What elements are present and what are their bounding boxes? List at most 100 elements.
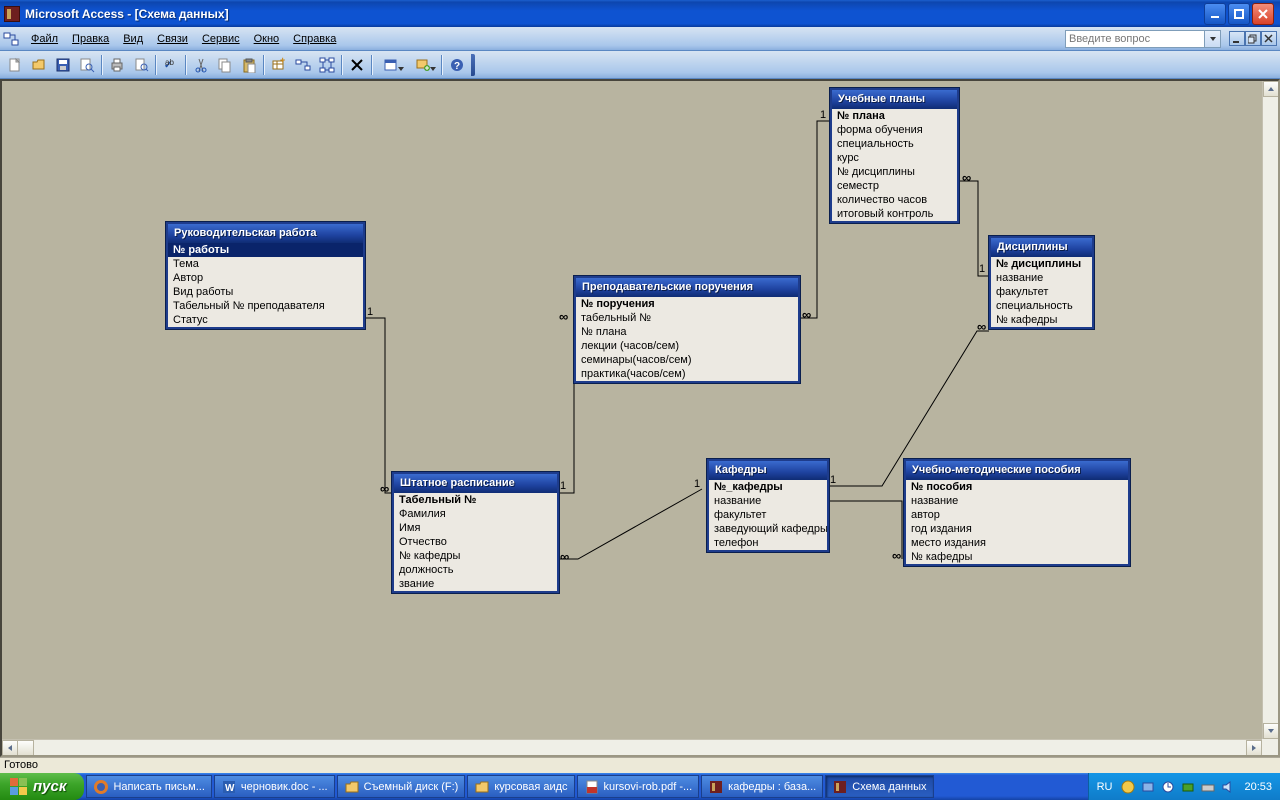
- field[interactable]: факультет: [709, 508, 827, 522]
- field[interactable]: табельный №: [576, 311, 798, 325]
- volume-icon[interactable]: [1220, 779, 1236, 795]
- print-button[interactable]: [106, 54, 128, 76]
- field[interactable]: Отчество: [394, 535, 557, 549]
- vertical-scrollbar[interactable]: [1262, 81, 1278, 739]
- save-button[interactable]: [52, 54, 74, 76]
- table-title[interactable]: Штатное расписание: [394, 474, 557, 493]
- horizontal-scrollbar[interactable]: [2, 739, 1262, 755]
- field[interactable]: количество часов: [832, 193, 957, 207]
- new-object-button[interactable]: [408, 54, 438, 76]
- field[interactable]: № кафедры: [991, 313, 1092, 327]
- taskbar-item[interactable]: kursovi-rob.pdf -...: [577, 775, 700, 798]
- field[interactable]: Табельный № преподавателя: [168, 299, 363, 313]
- copy-button[interactable]: [214, 54, 236, 76]
- table-shtat[interactable]: Штатное расписание Табельный № Фамилия И…: [392, 472, 559, 593]
- help-search-input[interactable]: [1065, 30, 1205, 48]
- field[interactable]: должность: [394, 563, 557, 577]
- taskbar-item[interactable]: кафедры : база...: [701, 775, 823, 798]
- field[interactable]: год издания: [906, 522, 1128, 536]
- doc-close-button[interactable]: [1261, 31, 1277, 46]
- tray-icon[interactable]: [1140, 779, 1156, 795]
- language-indicator[interactable]: RU: [1097, 781, 1113, 793]
- field[interactable]: Имя: [394, 521, 557, 535]
- paste-button[interactable]: [238, 54, 260, 76]
- field[interactable]: факультет: [991, 285, 1092, 299]
- field[interactable]: название: [906, 494, 1128, 508]
- table-kafedry[interactable]: Кафедры №_кафедры название факультет зав…: [707, 459, 829, 552]
- print-preview-button[interactable]: [130, 54, 152, 76]
- scroll-down-button[interactable]: [1263, 723, 1279, 739]
- field[interactable]: № плана: [576, 325, 798, 339]
- delete-button[interactable]: [346, 54, 368, 76]
- field[interactable]: № кафедры: [394, 549, 557, 563]
- clock[interactable]: 20:53: [1244, 781, 1272, 793]
- field[interactable]: название: [991, 271, 1092, 285]
- field[interactable]: Табельный №: [394, 493, 557, 507]
- scroll-up-button[interactable]: [1263, 81, 1279, 97]
- table-title[interactable]: Преподавательские поручения: [576, 278, 798, 297]
- field[interactable]: № кафедры: [906, 550, 1128, 564]
- scroll-left-button[interactable]: [2, 740, 18, 756]
- file-search-button[interactable]: [76, 54, 98, 76]
- table-posobiya[interactable]: Учебно-методические пособия № пособия на…: [904, 459, 1130, 566]
- field[interactable]: № поручения: [576, 297, 798, 311]
- taskbar-item[interactable]: Съемный диск (F:): [337, 775, 466, 798]
- field[interactable]: Автор: [168, 271, 363, 285]
- minimize-button[interactable]: [1204, 3, 1226, 25]
- taskbar-item[interactable]: Схема данных: [825, 775, 933, 798]
- field[interactable]: название: [709, 494, 827, 508]
- field[interactable]: итоговый контроль: [832, 207, 957, 221]
- field[interactable]: автор: [906, 508, 1128, 522]
- help-button[interactable]: ?: [446, 54, 468, 76]
- help-search-dropdown[interactable]: [1205, 30, 1221, 48]
- field[interactable]: семестр: [832, 179, 957, 193]
- field[interactable]: № пособия: [906, 480, 1128, 494]
- field[interactable]: практика(часов/сем): [576, 367, 798, 381]
- field[interactable]: семинары(часов/сем): [576, 353, 798, 367]
- database-window-button[interactable]: [376, 54, 406, 76]
- field[interactable]: звание: [394, 577, 557, 591]
- field[interactable]: курс: [832, 151, 957, 165]
- spelling-button[interactable]: ✓ab: [160, 54, 182, 76]
- table-ucheb-plan[interactable]: Учебные планы № плана форма обучения спе…: [830, 88, 959, 223]
- cut-button[interactable]: [190, 54, 212, 76]
- field[interactable]: заведующий кафедры: [709, 522, 827, 536]
- table-title[interactable]: Кафедры: [709, 461, 827, 480]
- toolbar-overflow[interactable]: [471, 54, 475, 76]
- menu-edit[interactable]: Правка: [65, 30, 116, 48]
- field[interactable]: форма обучения: [832, 123, 957, 137]
- scroll-thumb[interactable]: [18, 740, 34, 756]
- doc-restore-button[interactable]: [1245, 31, 1261, 46]
- menu-relations[interactable]: Связи: [150, 30, 195, 48]
- new-button[interactable]: [4, 54, 26, 76]
- maximize-button[interactable]: [1228, 3, 1250, 25]
- tray-icon[interactable]: [1160, 779, 1176, 795]
- tray-icon[interactable]: [1120, 779, 1136, 795]
- show-table-button[interactable]: +: [268, 54, 290, 76]
- field[interactable]: место издания: [906, 536, 1128, 550]
- menu-view[interactable]: Вид: [116, 30, 150, 48]
- field[interactable]: Тема: [168, 257, 363, 271]
- system-tray[interactable]: RU 20:53: [1088, 773, 1280, 800]
- field[interactable]: телефон: [709, 536, 827, 550]
- start-button[interactable]: пуск: [0, 773, 84, 800]
- menu-help[interactable]: Справка: [286, 30, 343, 48]
- table-title[interactable]: Руководительская работа: [168, 224, 363, 243]
- open-button[interactable]: [28, 54, 50, 76]
- menu-file[interactable]: Файл: [24, 30, 65, 48]
- tray-icon[interactable]: [1180, 779, 1196, 795]
- close-button[interactable]: [1252, 3, 1274, 25]
- show-direct-button[interactable]: [292, 54, 314, 76]
- field[interactable]: специальность: [832, 137, 957, 151]
- tray-icon[interactable]: [1200, 779, 1216, 795]
- taskbar-item[interactable]: Написать письм...: [86, 775, 211, 798]
- field[interactable]: №_кафедры: [709, 480, 827, 494]
- field[interactable]: Статус: [168, 313, 363, 327]
- field[interactable]: № дисциплины: [832, 165, 957, 179]
- show-all-button[interactable]: [316, 54, 338, 76]
- field[interactable]: специальность: [991, 299, 1092, 313]
- table-title[interactable]: Дисциплины: [991, 238, 1092, 257]
- menu-service[interactable]: Сервис: [195, 30, 247, 48]
- table-title[interactable]: Учебные планы: [832, 90, 957, 109]
- field[interactable]: Фамилия: [394, 507, 557, 521]
